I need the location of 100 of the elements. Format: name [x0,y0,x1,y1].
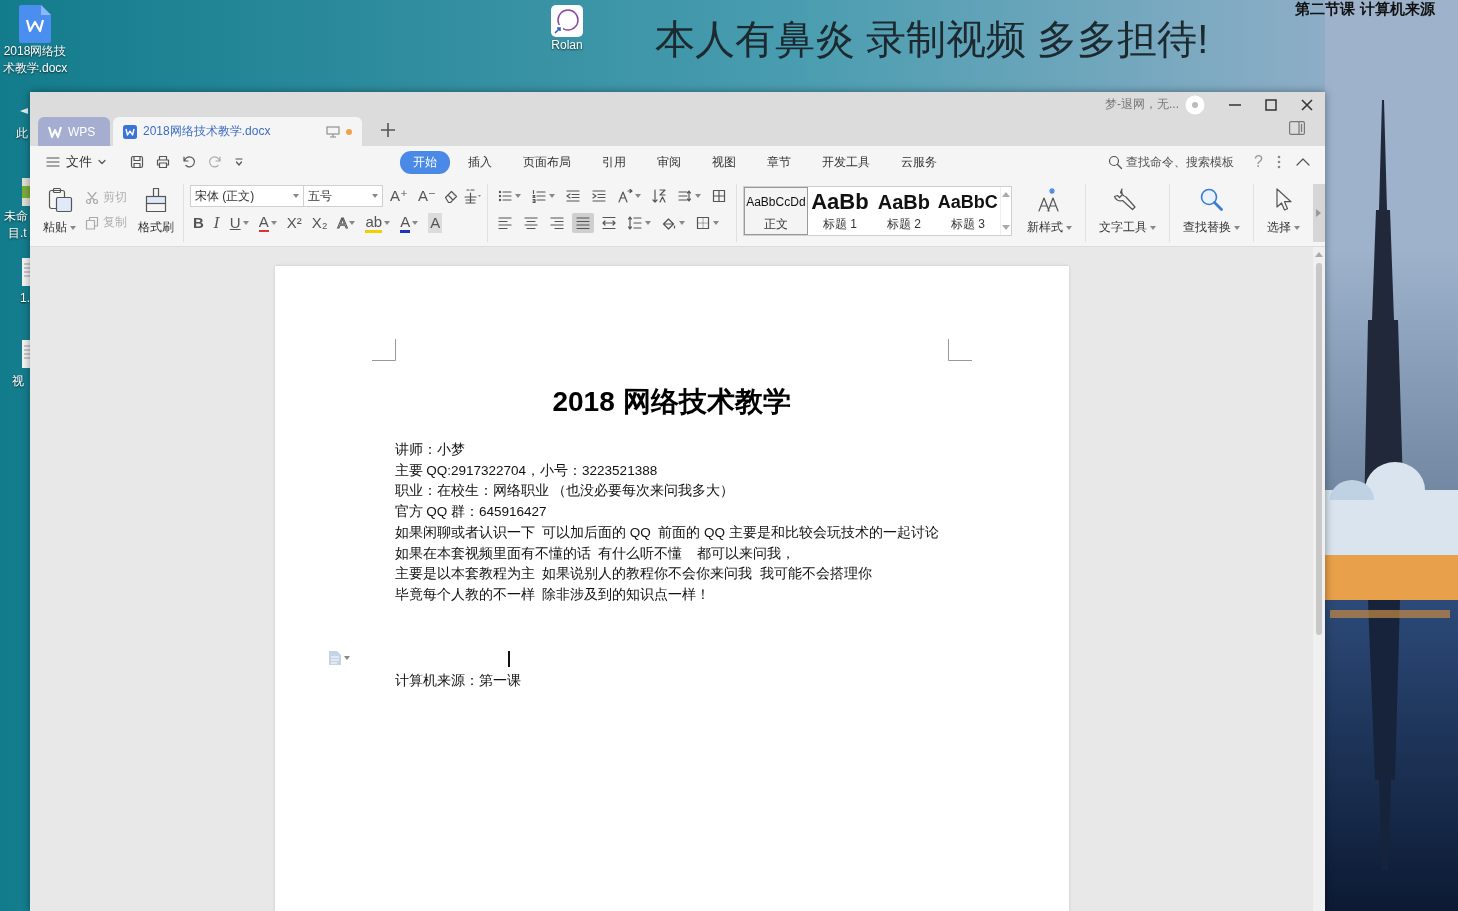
file-menu[interactable]: 文件 [45,153,107,171]
icon-label: 1. [20,290,30,307]
ribbon-tab[interactable]: 视图 [699,150,749,174]
eraser-icon[interactable] [442,188,459,204]
style-item[interactable]: AaBbC 标题 3 [935,187,1000,235]
style-item[interactable]: AaBbCcDd 正文 [743,187,808,235]
shortcut-icon[interactable] [551,5,583,37]
collapse-icon[interactable] [1295,157,1311,167]
caret-icon [372,194,378,198]
chevron-icon [97,157,107,167]
font-family-select[interactable]: 宋体 (正文) [190,185,304,207]
ribbon-tab[interactable]: 章节 [754,150,804,174]
icon-label: 此 [16,125,28,142]
document-title: 2018 网络技术教学 [551,385,792,419]
customize-icon[interactable] [233,156,245,168]
caret-icon [694,194,701,198]
caption-text: 本人有鼻炎 录制视频 多多担待! [655,16,1209,63]
ribbon-tab[interactable]: 开发工具 [809,150,883,174]
caret-icon[interactable] [343,656,350,660]
logo-icon [48,125,62,138]
sidebar-toggle-icon[interactable] [1289,121,1305,135]
ribbon-tab[interactable]: 页面布局 [510,150,584,174]
command-search-field[interactable]: 查找命令、搜索模板 [1107,153,1235,171]
ribbon-tab[interactable]: 引用 [589,150,639,174]
copy-icon [85,215,99,230]
spacing-icon[interactable] [676,188,693,204]
font-size-select[interactable]: 五号 [303,185,383,207]
highlight-button[interactable]: ab [362,213,394,233]
ribbon-tab[interactable]: 审阅 [644,150,694,174]
scissors-icon [85,190,99,205]
icon-label: 术教学.docx [2,60,68,77]
caret-icon [514,194,521,198]
select-button[interactable]: 选择 [1263,184,1303,238]
italic-button[interactable]: I [210,213,223,233]
maximize-icon[interactable] [1265,98,1277,111]
caret-icon [712,221,719,225]
search-icon [1107,154,1124,170]
ribbon-tab[interactable]: 插入 [455,150,505,174]
text-line: 如果闲聊或者认识一下 可以加后面的 QQ 前面的 QQ 主要是和比较会玩技术的一起讨论 [394,523,940,542]
margin-mark [947,339,972,361]
format-painter-button[interactable]: 格式刷 [135,184,177,238]
bullet-list-icon[interactable] [496,188,513,204]
line-spacing-icon[interactable] [626,215,643,231]
bold-button[interactable]: B [190,213,207,233]
new-tab-icon[interactable] [381,123,395,137]
paint-bucket-icon[interactable] [660,215,677,231]
icon-label: 2018网络技 [3,43,67,60]
strikethrough-button[interactable]: A [255,214,280,232]
underline-button[interactable]: U [226,213,252,233]
close-icon[interactable] [1301,98,1313,111]
text-cursor [507,651,510,667]
style-item[interactable]: AaBb 标题 1 [807,187,872,235]
more-icon[interactable] [1277,154,1281,170]
margin-mark [371,339,396,361]
text-line: 如果在本套视频里面有不懂的话 有什么听不懂 都可以来问我， [394,544,796,563]
style-item[interactable]: AaBb 标题 2 [871,187,936,235]
sort-icon[interactable] [650,188,667,204]
arrow-icon [1316,209,1322,217]
caret-icon [644,221,651,225]
document-icon [123,124,137,139]
numbered-list-icon[interactable] [530,188,547,204]
text-direction-icon[interactable] [616,188,633,204]
caret-icon [548,194,555,198]
video-icon[interactable] [22,178,30,206]
text-tools-button[interactable]: 文字工具 [1095,184,1159,238]
caret-icon [70,225,76,230]
borders-icon[interactable] [694,215,711,231]
text-effect-button[interactable]: A [334,213,359,233]
text-line: 主要是以本套教程为主 如果说别人的教程你不会你来问我 我可能不会搭理你 [394,565,873,584]
new-style-button[interactable]: 新样式 [1023,184,1075,238]
text-line: 讲师：小梦 [394,441,466,459]
caret-icon [634,194,641,198]
superscript-button[interactable]: X² [283,213,305,233]
icon-label: Rolan [551,37,583,54]
print-icon[interactable] [155,154,171,170]
phonetic-guide-icon[interactable] [462,188,481,204]
text-line: 职业：在校生：网络职业 （也没必要每次来问我多大） [394,482,736,501]
save-icon[interactable] [129,154,145,170]
text-line: 计算机来源：第一课 [394,671,522,690]
grow-font-button[interactable]: A⁺ [387,186,411,206]
menu-icon [45,154,61,170]
text-line: 毕竟每个人教的不一样 除非涉及到的知识点一样！ [394,585,711,604]
paste-button[interactable]: 粘贴 [40,184,79,238]
indent-icon[interactable] [590,188,607,204]
document-tab[interactable]: 2018网络技术教学.docx [113,117,362,146]
font-color-button[interactable]: A [397,213,422,233]
ribbon-tab[interactable]: 云服务 [888,150,950,174]
justify-button[interactable] [571,213,594,233]
find-replace-button[interactable]: 查找替换 [1179,184,1243,238]
undo-icon[interactable] [181,154,197,170]
subscript-button[interactable]: X₂ [308,213,331,233]
shrink-font-button[interactable]: A⁻ [414,186,439,206]
scroll-thumb[interactable] [1316,263,1322,635]
scrollbar[interactable] [1313,247,1325,911]
outdent-icon[interactable] [564,188,581,204]
icon-label: 视 [12,373,24,390]
icon-label: 目.t [8,225,27,242]
document-icon[interactable] [19,5,51,43]
table-icon[interactable] [710,188,727,204]
caret-icon [293,194,299,198]
